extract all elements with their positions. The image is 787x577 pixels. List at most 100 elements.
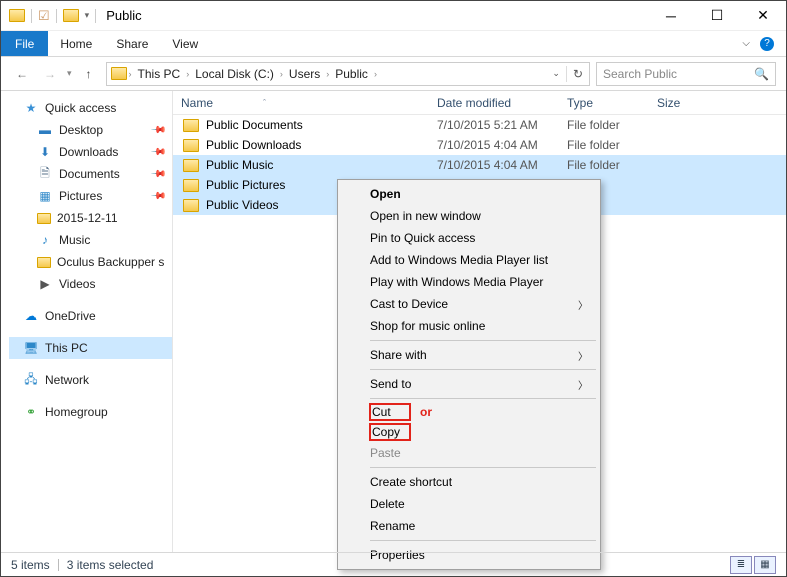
status-bar: 5 items 3 items selected ≣ ▦ <box>1 552 786 576</box>
titlebar: ☑ ▾ Public ─ ☐ ✕ <box>1 1 786 31</box>
sidebar-this-pc[interactable]: 🖥This PC <box>9 337 172 359</box>
search-placeholder: Search Public <box>603 67 677 81</box>
file-name: Public Videos <box>206 198 279 212</box>
tab-share[interactable]: Share <box>104 31 160 56</box>
breadcrumb-item[interactable]: Local Disk (C:) <box>191 66 278 82</box>
separator <box>370 340 596 341</box>
history-dropdown-icon[interactable]: ▾ <box>67 68 72 79</box>
context-play-wmp[interactable]: Play with Windows Media Player <box>340 271 598 293</box>
view-details-button[interactable]: ≣ <box>730 556 752 574</box>
column-name[interactable]: Nameˆ <box>173 96 429 110</box>
chevron-right-icon[interactable]: › <box>186 69 189 79</box>
desktop-icon: ▬ <box>37 122 53 138</box>
qat-properties-icon[interactable]: ☑ <box>38 8 50 24</box>
context-cast-to-device[interactable]: Cast to Device〉 <box>340 293 598 315</box>
context-shop-music[interactable]: Shop for music online <box>340 315 598 337</box>
window-title: Public <box>96 8 648 23</box>
homegroup-icon: ⚭ <box>23 404 39 420</box>
file-type: File folder <box>559 118 649 132</box>
tab-view[interactable]: View <box>160 31 210 56</box>
context-add-wmp-list[interactable]: Add to Windows Media Player list <box>340 249 598 271</box>
context-open-new-window[interactable]: Open in new window <box>340 205 598 227</box>
context-cut[interactable]: Cutor <box>340 402 598 422</box>
minimize-button[interactable]: ─ <box>648 1 694 31</box>
sidebar-onedrive[interactable]: ☁ OneDrive <box>9 305 172 327</box>
address-dropdown-icon[interactable]: ⌄ <box>552 68 560 79</box>
separator <box>370 369 596 370</box>
context-send-to[interactable]: Send to〉 <box>340 373 598 395</box>
pin-icon: 📌 <box>149 144 166 161</box>
sidebar-item-folder[interactable]: 2015-12-11 <box>9 207 172 229</box>
folder-icon <box>9 9 25 22</box>
sidebar-label: Documents <box>59 167 120 181</box>
sidebar-homegroup[interactable]: ⚭Homegroup <box>9 401 172 423</box>
sidebar-item-folder[interactable]: Oculus Backupper s <box>9 251 172 273</box>
context-create-shortcut[interactable]: Create shortcut <box>340 471 598 493</box>
folder-icon <box>63 9 79 22</box>
forward-button[interactable]: → <box>39 63 61 85</box>
context-delete[interactable]: Delete <box>340 493 598 515</box>
ribbon: File Home Share View ⌵ ? <box>1 31 786 57</box>
sidebar-label: OneDrive <box>45 309 96 323</box>
sidebar-item-music[interactable]: ♪Music <box>9 229 172 251</box>
context-rename[interactable]: Rename <box>340 515 598 537</box>
onedrive-icon: ☁ <box>23 308 39 324</box>
chevron-right-icon[interactable]: › <box>326 69 329 79</box>
status-selected-count: 3 items selected <box>67 558 154 572</box>
video-icon: ▶ <box>37 276 53 292</box>
sidebar-label: 2015-12-11 <box>57 211 118 225</box>
search-input[interactable]: Search Public 🔍 <box>596 62 776 86</box>
folder-icon <box>111 67 127 80</box>
refresh-icon[interactable]: ↻ <box>573 67 583 81</box>
breadcrumb-item[interactable]: This PC <box>134 66 185 82</box>
file-row[interactable]: Public Music7/10/2015 4:04 AMFile folder <box>173 155 786 175</box>
folder-icon <box>183 159 199 172</box>
sidebar-item-pictures[interactable]: ▦Pictures📌 <box>9 185 172 207</box>
column-size[interactable]: Size <box>649 96 786 110</box>
separator <box>370 467 596 468</box>
close-button[interactable]: ✕ <box>740 1 786 31</box>
up-button[interactable]: ↑ <box>78 63 100 85</box>
breadcrumb-item[interactable]: Users <box>285 66 324 82</box>
breadcrumb-item[interactable]: Public <box>331 66 372 82</box>
address-box[interactable]: › This PC › Local Disk (C:) › Users › Pu… <box>106 62 590 86</box>
file-date: 7/10/2015 5:21 AM <box>429 118 559 132</box>
tab-file[interactable]: File <box>1 31 48 56</box>
address-bar: ← → ▾ ↑ › This PC › Local Disk (C:) › Us… <box>1 57 786 91</box>
help-icon[interactable]: ? <box>760 37 774 51</box>
context-pin-quick-access[interactable]: Pin to Quick access <box>340 227 598 249</box>
separator <box>56 9 57 23</box>
sidebar-item-desktop[interactable]: ▬Desktop📌 <box>9 119 172 141</box>
music-icon: ♪ <box>37 232 53 248</box>
sort-asc-icon: ˆ <box>263 98 266 108</box>
file-row[interactable]: Public Documents 7/10/2015 5:21 AMFile fo… <box>173 115 786 135</box>
sidebar-label: Desktop <box>59 123 103 137</box>
qat-dropdown-icon[interactable]: ▾ <box>85 10 90 21</box>
folder-icon <box>183 179 199 192</box>
sidebar-network[interactable]: 🖧Network <box>9 369 172 391</box>
context-copy[interactable]: Copy <box>340 422 598 442</box>
column-date[interactable]: Date modified <box>429 96 559 110</box>
column-headers: Nameˆ Date modified Type Size <box>173 91 786 115</box>
back-button[interactable]: ← <box>11 63 33 85</box>
context-open[interactable]: Open <box>340 183 598 205</box>
chevron-right-icon[interactable]: › <box>280 69 283 79</box>
context-share-with[interactable]: Share with〉 <box>340 344 598 366</box>
sidebar-item-documents[interactable]: 🗎Documents📌 <box>9 163 172 185</box>
network-icon: 🖧 <box>23 372 39 388</box>
expand-ribbon-icon[interactable]: ⌵ <box>742 38 750 49</box>
column-type[interactable]: Type <box>559 96 649 110</box>
file-row[interactable]: Public Downloads7/10/2015 4:04 AMFile fo… <box>173 135 786 155</box>
chevron-right-icon[interactable]: › <box>129 69 132 79</box>
file-name: Public Documents <box>206 118 303 132</box>
maximize-button[interactable]: ☐ <box>694 1 740 31</box>
view-icons-button[interactable]: ▦ <box>754 556 776 574</box>
chevron-right-icon[interactable]: › <box>374 69 377 79</box>
tab-home[interactable]: Home <box>48 31 104 56</box>
sidebar-item-videos[interactable]: ▶Videos <box>9 273 172 295</box>
sidebar-label: This PC <box>45 341 88 355</box>
sidebar-quick-access[interactable]: ★ Quick access <box>9 97 172 119</box>
sidebar-item-downloads[interactable]: ⬇Downloads📌 <box>9 141 172 163</box>
folder-icon <box>183 119 199 132</box>
context-paste[interactable]: Paste <box>340 442 598 464</box>
